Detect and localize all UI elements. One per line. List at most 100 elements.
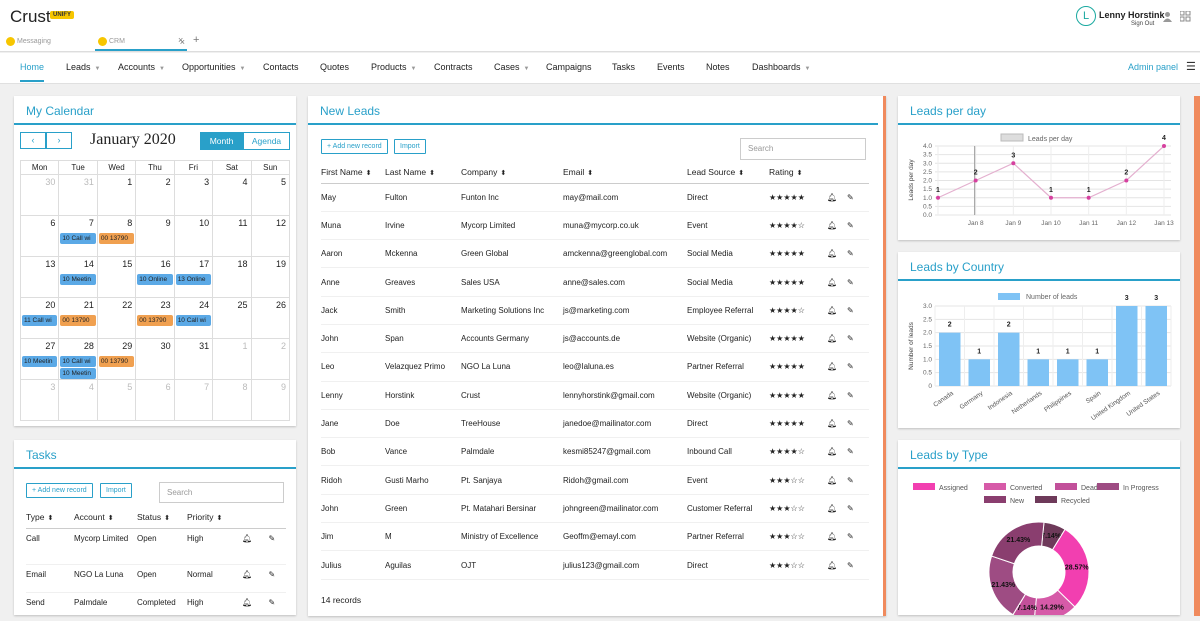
bell-icon[interactable]: 🔔︎ (827, 267, 847, 297)
column-header[interactable]: Priority ⬍ (187, 506, 242, 529)
edit-icon[interactable]: ✎ (847, 324, 869, 354)
calendar-day[interactable]: 30 (19, 174, 60, 216)
bell-icon[interactable]: 🔔︎ (827, 494, 847, 524)
calendar-event[interactable]: 00 13790 (137, 315, 173, 326)
nav-item-tasks[interactable]: Tasks (612, 53, 635, 82)
add-task-button[interactable]: + Add new record (26, 483, 93, 498)
table-row[interactable]: Muna Irvine Mycorp Limited muna@mycorp.co.u… (321, 211, 869, 241)
calendar-event[interactable]: 10 Meetin (60, 274, 96, 285)
edit-icon[interactable]: ✎ (847, 409, 869, 439)
calendar-event[interactable]: 00 13790 (60, 315, 96, 326)
edit-icon[interactable]: ✎ (268, 528, 286, 565)
edit-icon[interactable]: ✎ (847, 381, 869, 410)
edit-icon[interactable]: ✎ (847, 211, 869, 241)
add-tab-icon[interactable]: + (193, 34, 199, 46)
sign-out-link[interactable]: Sign Out (1131, 21, 1154, 27)
column-header[interactable]: Company ⬍ (461, 161, 563, 184)
calendar-day[interactable]: 6 (19, 215, 60, 257)
task-account-link[interactable]: Mycorp Limited (74, 528, 137, 565)
import-tasks-button[interactable]: Import (100, 483, 132, 498)
calendar-event[interactable]: 00 13790 (98, 356, 135, 367)
table-row[interactable]: Ridoh Gusti Marho Pt. Sanjaya Ridoh@gmail.c… (321, 465, 869, 495)
bell-icon[interactable]: 🔔︎ (827, 550, 847, 580)
calendar-day[interactable]: 16 10 Online (135, 256, 175, 298)
column-header[interactable]: Last Name ⬍ (385, 161, 461, 184)
nav-item-campaigns[interactable]: Campaigns (546, 53, 592, 82)
column-header[interactable]: Status ⬍ (137, 506, 187, 529)
calendar-day[interactable]: 8 (212, 379, 252, 421)
table-row[interactable]: May Fulton Funton Inc may@mail.com Direct ★★★… (321, 183, 869, 212)
edit-icon[interactable]: ✎ (847, 267, 869, 297)
calendar-day[interactable]: 4 (212, 174, 252, 216)
calendar-event[interactable]: 13 Online (175, 274, 212, 285)
table-row[interactable]: Bob Vance Palmdale kesmi85247@gmail.com Inbo… (321, 437, 869, 467)
edit-icon[interactable]: ✎ (847, 183, 869, 212)
calendar-day[interactable]: 9 (135, 215, 175, 257)
calendar-day[interactable]: 26 (250, 297, 291, 339)
calendar-day[interactable]: 30 (135, 338, 175, 380)
table-row[interactable]: John Green Pt. Matahari Bersinar johngreen@… (321, 494, 869, 524)
calendar-day[interactable]: 24 10 Call wi (173, 297, 214, 339)
calendar-day[interactable]: 2 (250, 338, 291, 380)
import-leads-button[interactable]: Import (394, 139, 426, 154)
scroll-bar[interactable] (883, 96, 886, 616)
edit-icon[interactable]: ✎ (268, 592, 286, 621)
month-view-button[interactable]: Month (200, 132, 243, 150)
tab-crm[interactable]: CRM × (95, 34, 187, 51)
menu-icon[interactable]: ☰ (1186, 60, 1196, 73)
calendar-day[interactable]: 9 (250, 379, 291, 421)
calendar-day[interactable]: 12 (250, 215, 291, 257)
calendar-day[interactable]: 3 (173, 174, 214, 216)
close-icon[interactable]: × (178, 35, 183, 45)
calendar-day[interactable]: 29 00 13790 (96, 338, 137, 380)
calendar-day[interactable]: 2 (135, 174, 175, 216)
calendar-day[interactable]: 1 (96, 174, 137, 216)
column-header[interactable]: Rating ⬍ (769, 161, 827, 184)
agenda-view-button[interactable]: Agenda (243, 132, 290, 150)
column-header[interactable]: Account ⬍ (74, 506, 137, 529)
calendar-day[interactable]: 28 10 Call wi 10 Meetin (58, 338, 98, 380)
add-lead-button[interactable]: + Add new record (321, 139, 388, 154)
calendar-event[interactable]: 10 Online (137, 274, 173, 285)
edit-icon[interactable]: ✎ (847, 239, 869, 269)
nav-item-contacts[interactable]: Contacts (263, 53, 299, 82)
edit-icon[interactable]: ✎ (847, 352, 869, 382)
bell-icon[interactable]: 🔔︎ (827, 465, 847, 495)
edit-icon[interactable]: ✎ (847, 522, 869, 552)
calendar-day[interactable]: 22 (96, 297, 137, 339)
table-row[interactable]: Aaron Mckenna Green Global amckenna@greengl… (321, 239, 869, 269)
calendar-day[interactable]: 31 (58, 174, 98, 216)
calendar-day[interactable]: 21 00 13790 (58, 297, 98, 339)
calendar-day[interactable]: 19 (250, 256, 291, 298)
user-name[interactable]: Lenny Horstink (1099, 10, 1165, 20)
prev-month-button[interactable]: ‹ (20, 132, 46, 149)
calendar-day[interactable]: 7 10 Call wi (58, 215, 98, 257)
bell-icon[interactable]: 🔔︎ (827, 183, 847, 212)
admin-panel-link[interactable]: Admin panel (1128, 62, 1178, 72)
calendar-day[interactable]: 7 (173, 379, 214, 421)
calendar-day[interactable]: 11 (212, 215, 252, 257)
table-row[interactable]: Jack Smith Marketing Solutions Inc js@marke… (321, 296, 869, 325)
edit-icon[interactable]: ✎ (847, 296, 869, 325)
column-header[interactable]: Lead Source ⬍ (687, 161, 769, 184)
calendar-day[interactable]: 1 (212, 338, 252, 380)
calendar-day[interactable]: 5 (96, 379, 137, 421)
grid-icon[interactable] (1180, 11, 1191, 22)
calendar-day[interactable]: 5 (250, 174, 291, 216)
tasks-search-input[interactable]: Search (159, 482, 284, 503)
bell-icon[interactable]: 🔔︎ (827, 352, 847, 382)
table-row[interactable]: John Span Accounts Germany js@accounts.de We… (321, 324, 869, 354)
nav-item-home[interactable]: Home (20, 53, 45, 82)
calendar-event[interactable]: 10 Call wi (60, 233, 96, 244)
bell-icon[interactable]: 🔔︎ (242, 564, 269, 593)
calendar-day[interactable]: 23 00 13790 (135, 297, 175, 339)
bell-icon[interactable]: 🔔︎ (827, 409, 847, 439)
nav-item-leads[interactable]: Leads ▼ (66, 53, 100, 82)
calendar-day[interactable]: 17 13 Online (173, 256, 214, 298)
bell-icon[interactable]: 🔔︎ (827, 239, 847, 269)
table-row[interactable]: Julius Aguilas OJT julius123@gmail.com Direc… (321, 550, 869, 580)
next-month-button[interactable]: › (46, 132, 72, 149)
nav-item-contracts[interactable]: Contracts (434, 53, 473, 82)
nav-item-notes[interactable]: Notes (706, 53, 730, 82)
nav-item-products[interactable]: Products ▼ (371, 53, 416, 82)
